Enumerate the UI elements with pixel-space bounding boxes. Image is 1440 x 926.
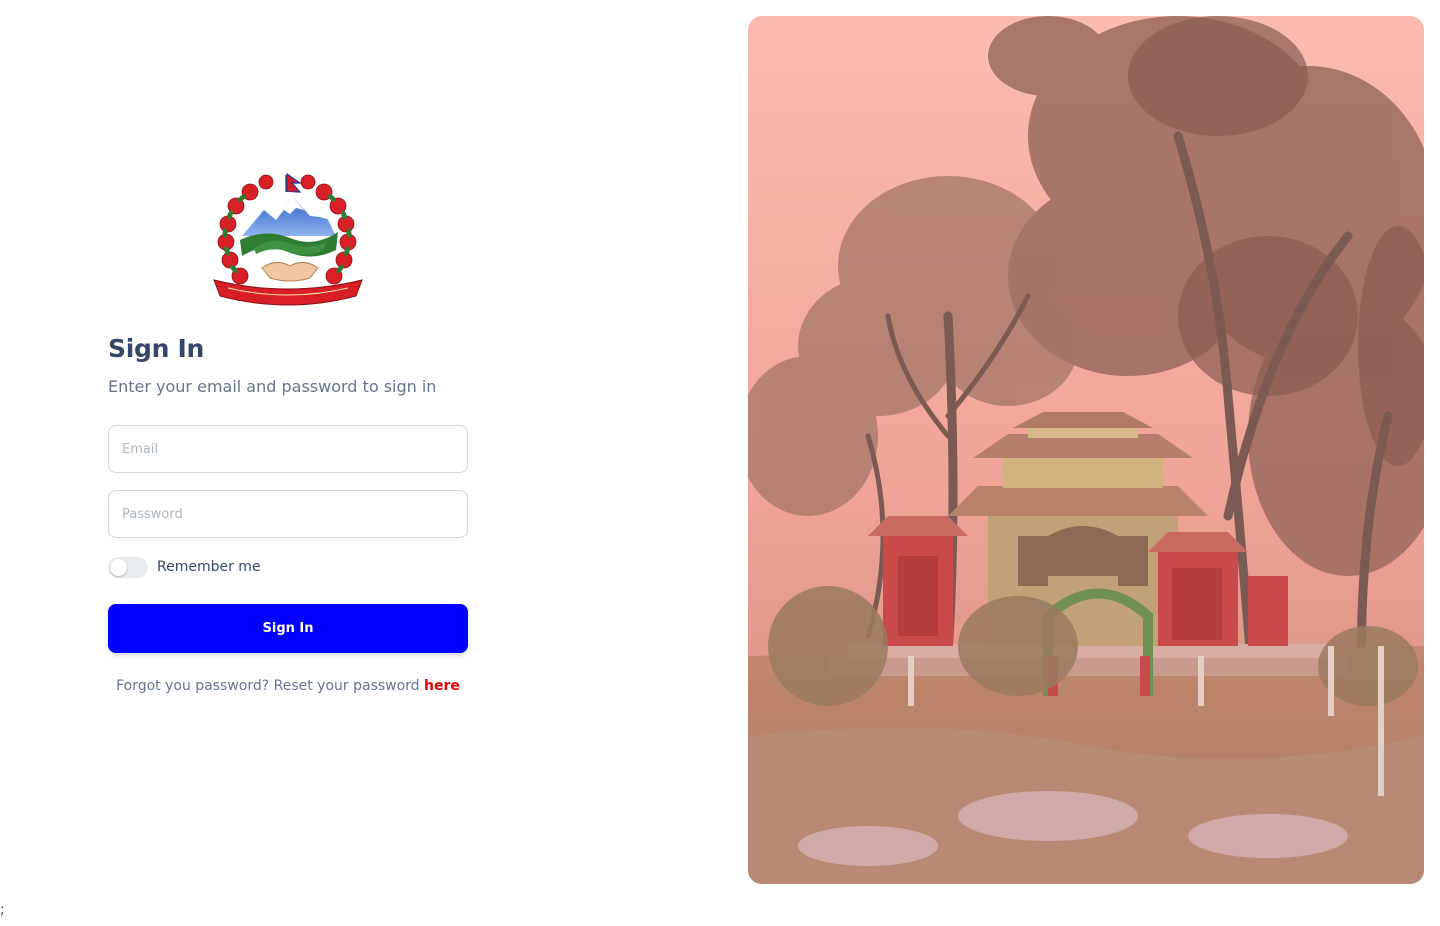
- page-title: Sign In: [108, 334, 204, 363]
- sign-in-page: Sign In Enter your email and password to…: [0, 0, 1440, 926]
- remember-me-toggle[interactable]: [108, 556, 148, 578]
- email-field-wrapper: [108, 425, 468, 473]
- page-subtitle: Enter your email and password to sign in: [108, 377, 437, 396]
- nepal-emblem-icon: [213, 172, 363, 306]
- forgot-password-text: Forgot you password? Reset your password…: [108, 678, 468, 694]
- toggle-knob: [110, 558, 127, 576]
- temple-illustration: [748, 16, 1424, 884]
- password-field[interactable]: [109, 491, 452, 537]
- remember-me-row: Remember me: [108, 556, 261, 578]
- email-field[interactable]: [109, 426, 452, 472]
- temple-photo: [748, 16, 1424, 884]
- reset-password-link[interactable]: here: [424, 678, 460, 694]
- remember-me-label[interactable]: Remember me: [157, 559, 261, 575]
- stray-text: ;: [0, 902, 5, 918]
- sign-in-button[interactable]: Sign In: [108, 604, 468, 653]
- password-field-wrapper: [108, 490, 468, 538]
- forgot-password-label: Forgot you password? Reset your password: [116, 678, 420, 694]
